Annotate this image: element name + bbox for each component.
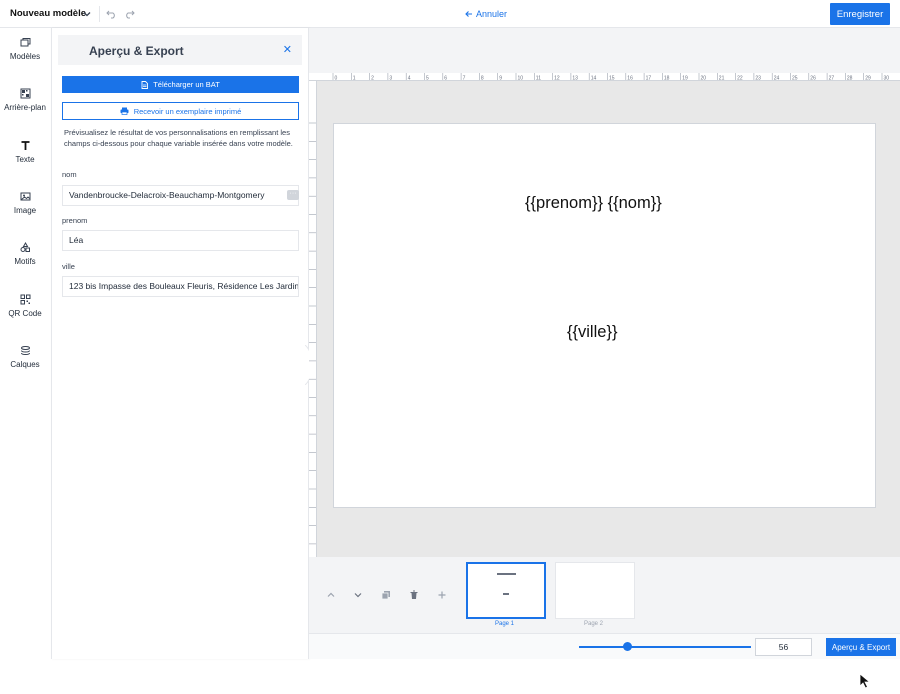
shapes-icon bbox=[20, 242, 30, 252]
download-bat-label: Télécharger un BAT bbox=[153, 80, 220, 89]
text-element-name[interactable]: {{prenom}} {{nom}} bbox=[525, 194, 662, 213]
design-page[interactable]: {{prenom}} {{nom}} {{ville}} bbox=[333, 123, 876, 508]
sidebar-item-label: Motifs bbox=[14, 257, 36, 266]
field-label-prenom: prenom bbox=[62, 216, 88, 225]
undo-icon[interactable] bbox=[106, 8, 117, 19]
mouse-cursor-icon bbox=[859, 673, 871, 689]
sidebar-item-text[interactable]: Texte bbox=[0, 140, 50, 180]
field-label-nom: nom bbox=[62, 170, 77, 179]
delete-icon[interactable] bbox=[409, 590, 419, 600]
pages-strip: Page 1 Page 2 bbox=[309, 557, 900, 633]
sidebar-item-qr-code[interactable]: QR Code bbox=[0, 294, 50, 334]
more-icon[interactable]: ··· bbox=[287, 190, 299, 200]
cancel-link[interactable]: Annuler bbox=[465, 9, 507, 19]
nom-value: Vandenbroucke-Delacroix-Beauchamp-Montgo… bbox=[69, 190, 265, 200]
divider bbox=[99, 6, 100, 22]
sidebar-item-label: Arrière-plan bbox=[4, 103, 46, 112]
model-name[interactable]: Nouveau modèle bbox=[10, 8, 86, 19]
sidebar-item-background[interactable]: Arrière-plan bbox=[0, 88, 50, 128]
vertical-ruler bbox=[309, 81, 317, 557]
sidebar-item-label: Image bbox=[13, 206, 37, 215]
sidebar-item-label: Calques bbox=[10, 360, 40, 369]
qr-code-icon bbox=[20, 294, 30, 305]
page-thumbnail-2[interactable] bbox=[555, 562, 635, 619]
sidebar-item-image[interactable]: Image bbox=[0, 191, 50, 231]
printer-icon bbox=[120, 107, 129, 115]
zoom-input[interactable]: 56 bbox=[755, 638, 812, 656]
cancel-label: Annuler bbox=[476, 9, 508, 19]
page-thumbnail-1[interactable] bbox=[466, 562, 546, 619]
move-down-icon[interactable] bbox=[353, 590, 363, 600]
close-icon[interactable]: ✕ bbox=[283, 43, 292, 56]
field-label-ville: ville bbox=[62, 262, 75, 271]
background-icon bbox=[20, 88, 30, 99]
sidebar-item-templates[interactable]: Modèles bbox=[0, 37, 50, 77]
sidebar-item-shapes[interactable]: Motifs bbox=[0, 242, 50, 282]
thumbnail-text-line bbox=[503, 593, 509, 595]
page-label-1: Page 1 bbox=[495, 621, 515, 627]
move-up-icon[interactable] bbox=[326, 590, 336, 600]
zoom-slider-track[interactable] bbox=[579, 646, 751, 648]
preview-export-button[interactable]: Aperçu & Export bbox=[826, 638, 896, 656]
duplicate-icon[interactable] bbox=[381, 590, 391, 600]
receive-print-button[interactable]: Recevoir un exemplaire imprimé bbox=[62, 102, 299, 120]
file-icon bbox=[141, 80, 149, 89]
page-label-2: Page 2 bbox=[584, 621, 604, 627]
text-element-city[interactable]: {{ville}} bbox=[567, 323, 617, 342]
text-icon bbox=[21, 141, 29, 150]
nom-field[interactable]: Vandenbroucke-Delacroix-Beauchamp-Montgo… bbox=[62, 185, 299, 206]
redo-icon[interactable] bbox=[124, 8, 135, 19]
sidebar-item-label: QR Code bbox=[8, 309, 42, 318]
ville-field[interactable]: 123 bis Impasse des Bouleaux Fleuris, Ré… bbox=[62, 276, 299, 297]
zoom-slider-handle[interactable] bbox=[622, 642, 632, 651]
templates-icon bbox=[20, 38, 30, 47]
add-page-icon[interactable] bbox=[437, 590, 447, 600]
arrow-left-icon bbox=[465, 11, 472, 17]
top-bar: Nouveau modèle Annuler Enregistrer bbox=[0, 0, 900, 28]
thumbnail-text-line bbox=[497, 573, 516, 575]
receive-print-label: Recevoir un exemplaire imprimé bbox=[133, 106, 242, 116]
sidebar-item-label: Modèles bbox=[9, 52, 41, 61]
sidebar-item-label: Texte bbox=[15, 155, 35, 164]
ville-value: 123 bis Impasse des Bouleaux Fleuris, Ré… bbox=[69, 281, 299, 291]
panel-title: Aperçu & Export bbox=[89, 44, 184, 58]
layers-icon bbox=[20, 346, 30, 355]
sidebar-item-layers[interactable]: Calques bbox=[0, 345, 50, 385]
editor-toolbar-area bbox=[309, 28, 900, 73]
prenom-field[interactable]: Léa bbox=[62, 230, 299, 251]
prenom-value: Léa bbox=[69, 235, 84, 245]
panel-description: Prévisualisez le résultat de vos personn… bbox=[64, 128, 293, 148]
download-bat-button[interactable]: Télécharger un BAT bbox=[62, 76, 299, 93]
save-button[interactable]: Enregistrer bbox=[830, 3, 890, 25]
panel-header: Aperçu & Export ✕ bbox=[58, 35, 302, 65]
export-panel: Aperçu & Export ✕ Télécharger un BAT Rec… bbox=[51, 28, 309, 659]
left-toolbar: Modèles Arrière-plan Texte Image Motifs … bbox=[0, 28, 50, 694]
chevron-down-icon[interactable] bbox=[82, 9, 92, 19]
zoom-bar: 56 Aperçu & Export bbox=[309, 633, 900, 659]
horizontal-ruler: 0 1 2 3 4 5 6 7 8 9 10 11 12 13 14 15 16 17 18 19 20 21 22 23 24… bbox=[309, 73, 900, 81]
image-icon bbox=[20, 192, 30, 201]
